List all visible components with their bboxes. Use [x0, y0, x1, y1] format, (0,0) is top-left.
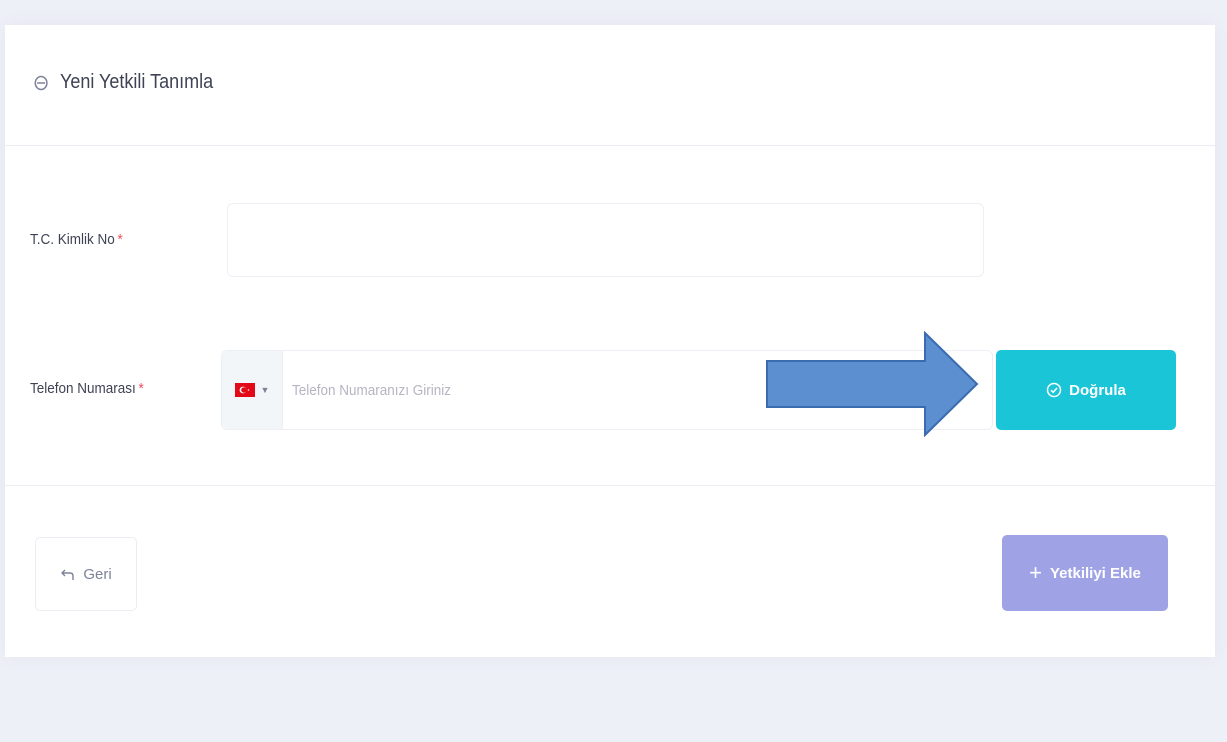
required-mark: *	[117, 231, 123, 248]
verify-button-label: Doğrula	[1069, 381, 1126, 399]
check-circle-icon	[1046, 382, 1062, 398]
plus-icon: +	[1029, 560, 1042, 585]
authorized-person-card: Yeni Yetkili Tanımla T.C. Kimlik No * Tel…	[5, 25, 1215, 657]
back-arrow-icon	[61, 569, 75, 580]
phone-label-text: Telefon Numarası	[30, 380, 136, 397]
back-button[interactable]: Geri	[35, 537, 137, 611]
page-title-text: Yeni Yetkili Tanımla	[60, 71, 214, 93]
required-mark: *	[138, 380, 144, 397]
turkey-flag-icon	[234, 383, 255, 397]
back-button-label: Geri	[83, 565, 112, 583]
tc-label-text: T.C. Kimlik No	[30, 231, 115, 248]
add-button-label: Yetkiliyi Ekle	[1049, 564, 1141, 582]
annotation-arrow-icon	[766, 331, 979, 437]
chevron-down-icon: ▼	[260, 385, 270, 395]
divider	[5, 485, 1215, 486]
phone-label: Telefon Numarası *	[30, 380, 144, 397]
page-title: Yeni Yetkili Tanımla	[33, 71, 213, 94]
tc-label: T.C. Kimlik No *	[30, 231, 123, 248]
verify-button[interactable]: Doğrula	[996, 350, 1176, 430]
tc-kimlik-input[interactable]	[227, 203, 984, 277]
phone-placeholder-text: Telefon Numaranızı Giriniz	[292, 381, 452, 399]
user-lock-icon	[34, 75, 48, 90]
add-authorized-button[interactable]: + Yetkiliyi Ekle	[1002, 535, 1168, 611]
country-selector[interactable]: ▼	[222, 351, 283, 429]
card-header: Yeni Yetkili Tanımla	[5, 25, 1215, 146]
phone-number-input[interactable]: Telefon Numaranızı Giriniz	[292, 351, 451, 429]
